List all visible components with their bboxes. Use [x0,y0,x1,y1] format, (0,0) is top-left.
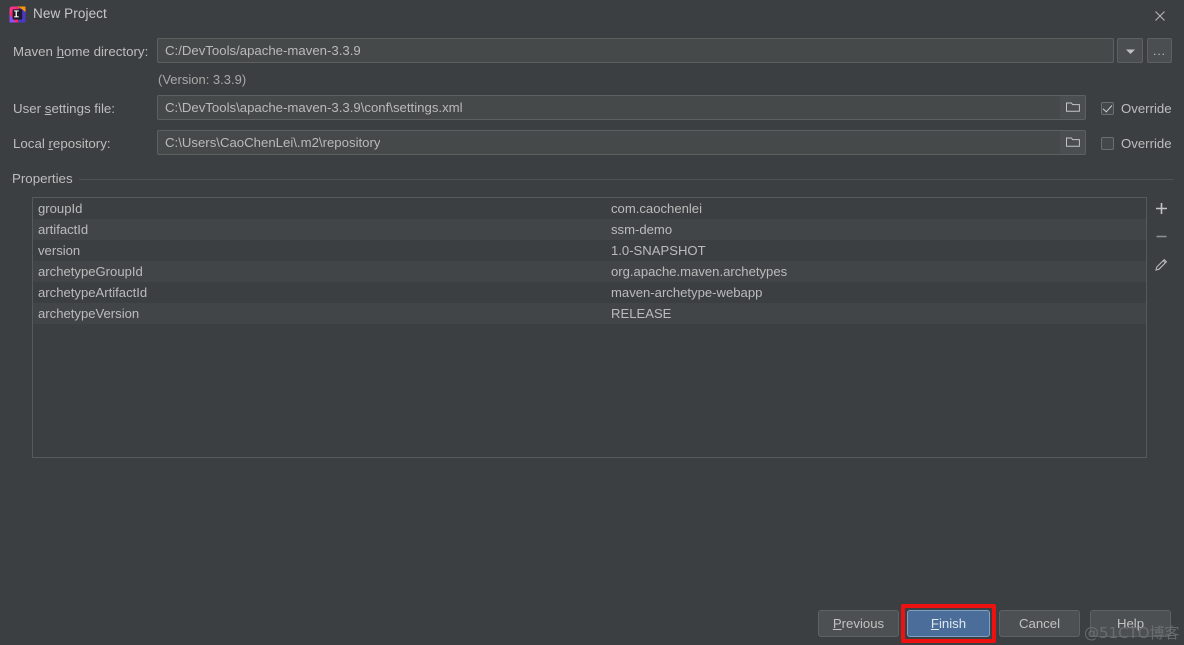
table-row[interactable]: archetypeVersion RELEASE [33,303,1146,324]
finish-button[interactable]: Finish [907,610,990,637]
table-row[interactable]: artifactId ssm-demo [33,219,1146,240]
maven-home-value: C:/DevTools/apache-maven-3.3.9 [165,43,361,58]
properties-toolbar [1149,197,1173,287]
local-repository-label-post: epository: [52,136,111,151]
intellij-idea-logo-icon [9,6,26,23]
minus-icon [1155,230,1168,248]
local-repository-override-label: Override [1121,136,1172,151]
maven-home-browse-button[interactable]: ... [1147,38,1172,63]
cancel-button[interactable]: Cancel [999,610,1080,637]
table-row[interactable]: archetypeGroupId org.apache.maven.archet… [33,261,1146,282]
properties-group-label: Properties [12,171,79,186]
property-key: archetypeGroupId [38,264,143,279]
chevron-down-icon [1125,42,1136,60]
user-settings-label: User settings file: [13,101,115,116]
maven-home-label-pre: Maven [13,44,57,59]
close-icon[interactable] [1146,4,1174,27]
local-repository-override-checkbox[interactable]: Override [1101,136,1172,151]
property-key: artifactId [38,222,89,237]
edit-property-button[interactable] [1149,253,1173,281]
maven-home-label-post: ome directory: [64,44,149,59]
plus-icon [1155,202,1168,220]
table-row[interactable]: groupId com.caochenlei [33,198,1146,219]
folder-icon [1065,134,1080,152]
local-repository-label-pre: Local [13,136,49,151]
local-repository-value: C:\Users\CaoChenLei\.m2\repository [165,135,381,150]
property-key: archetypeArtifactId [38,285,148,300]
property-key: version [38,243,81,258]
maven-version-note: (Version: 3.3.9) [158,72,247,87]
dialog-title: New Project [33,6,107,21]
checkbox-box-checked [1101,102,1114,115]
remove-property-button[interactable] [1149,225,1173,253]
maven-home-label: Maven home directory: [13,44,148,59]
help-button[interactable]: Help [1090,610,1171,637]
user-settings-value: C:\DevTools\apache-maven-3.3.9\conf\sett… [165,100,463,115]
table-row[interactable]: archetypeArtifactId maven-archetype-weba… [33,282,1146,303]
user-settings-override-label: Override [1121,101,1172,116]
previous-button-label: Previous [832,616,885,631]
property-value: 1.0-SNAPSHOT [611,243,706,258]
user-settings-input[interactable]: C:\DevTools\apache-maven-3.3.9\conf\sett… [157,95,1086,120]
user-settings-label-post: ettings file: [51,101,116,116]
maven-home-dropdown-button[interactable] [1117,38,1143,63]
new-project-dialog: New Project Maven home directory: C:/Dev… [0,0,1184,645]
title-bar: New Project [0,0,1184,30]
local-repository-label: Local repository: [13,136,111,151]
folder-icon [1065,99,1080,117]
properties-group-divider [10,179,1174,180]
finish-button-label: Finish [930,616,967,631]
user-settings-browse-button[interactable] [1060,96,1085,119]
local-repository-input[interactable]: C:\Users\CaoChenLei\.m2\repository [157,130,1086,155]
property-value: com.caochenlei [611,201,702,216]
property-value: RELEASE [611,306,672,321]
ellipsis-icon: ... [1152,43,1166,58]
maven-home-input[interactable]: C:/DevTools/apache-maven-3.3.9 [157,38,1114,63]
property-key: archetypeVersion [38,306,140,321]
user-settings-label-pre: User [13,101,45,116]
local-repository-browse-button[interactable] [1060,131,1085,154]
checkbox-box-unchecked [1101,137,1114,150]
user-settings-override-checkbox[interactable]: Override [1101,101,1172,116]
property-value: org.apache.maven.archetypes [611,264,788,279]
previous-button[interactable]: Previous [818,610,899,637]
property-value: ssm-demo [611,222,673,237]
table-row[interactable]: version 1.0-SNAPSHOT [33,240,1146,261]
properties-table[interactable]: groupId com.caochenlei artifactId ssm-de… [32,197,1147,458]
property-key: groupId [38,201,83,216]
pencil-icon [1154,258,1168,277]
property-value: maven-archetype-webapp [611,285,763,300]
maven-home-label-mnemonic: h [56,44,65,59]
add-property-button[interactable] [1149,197,1173,225]
